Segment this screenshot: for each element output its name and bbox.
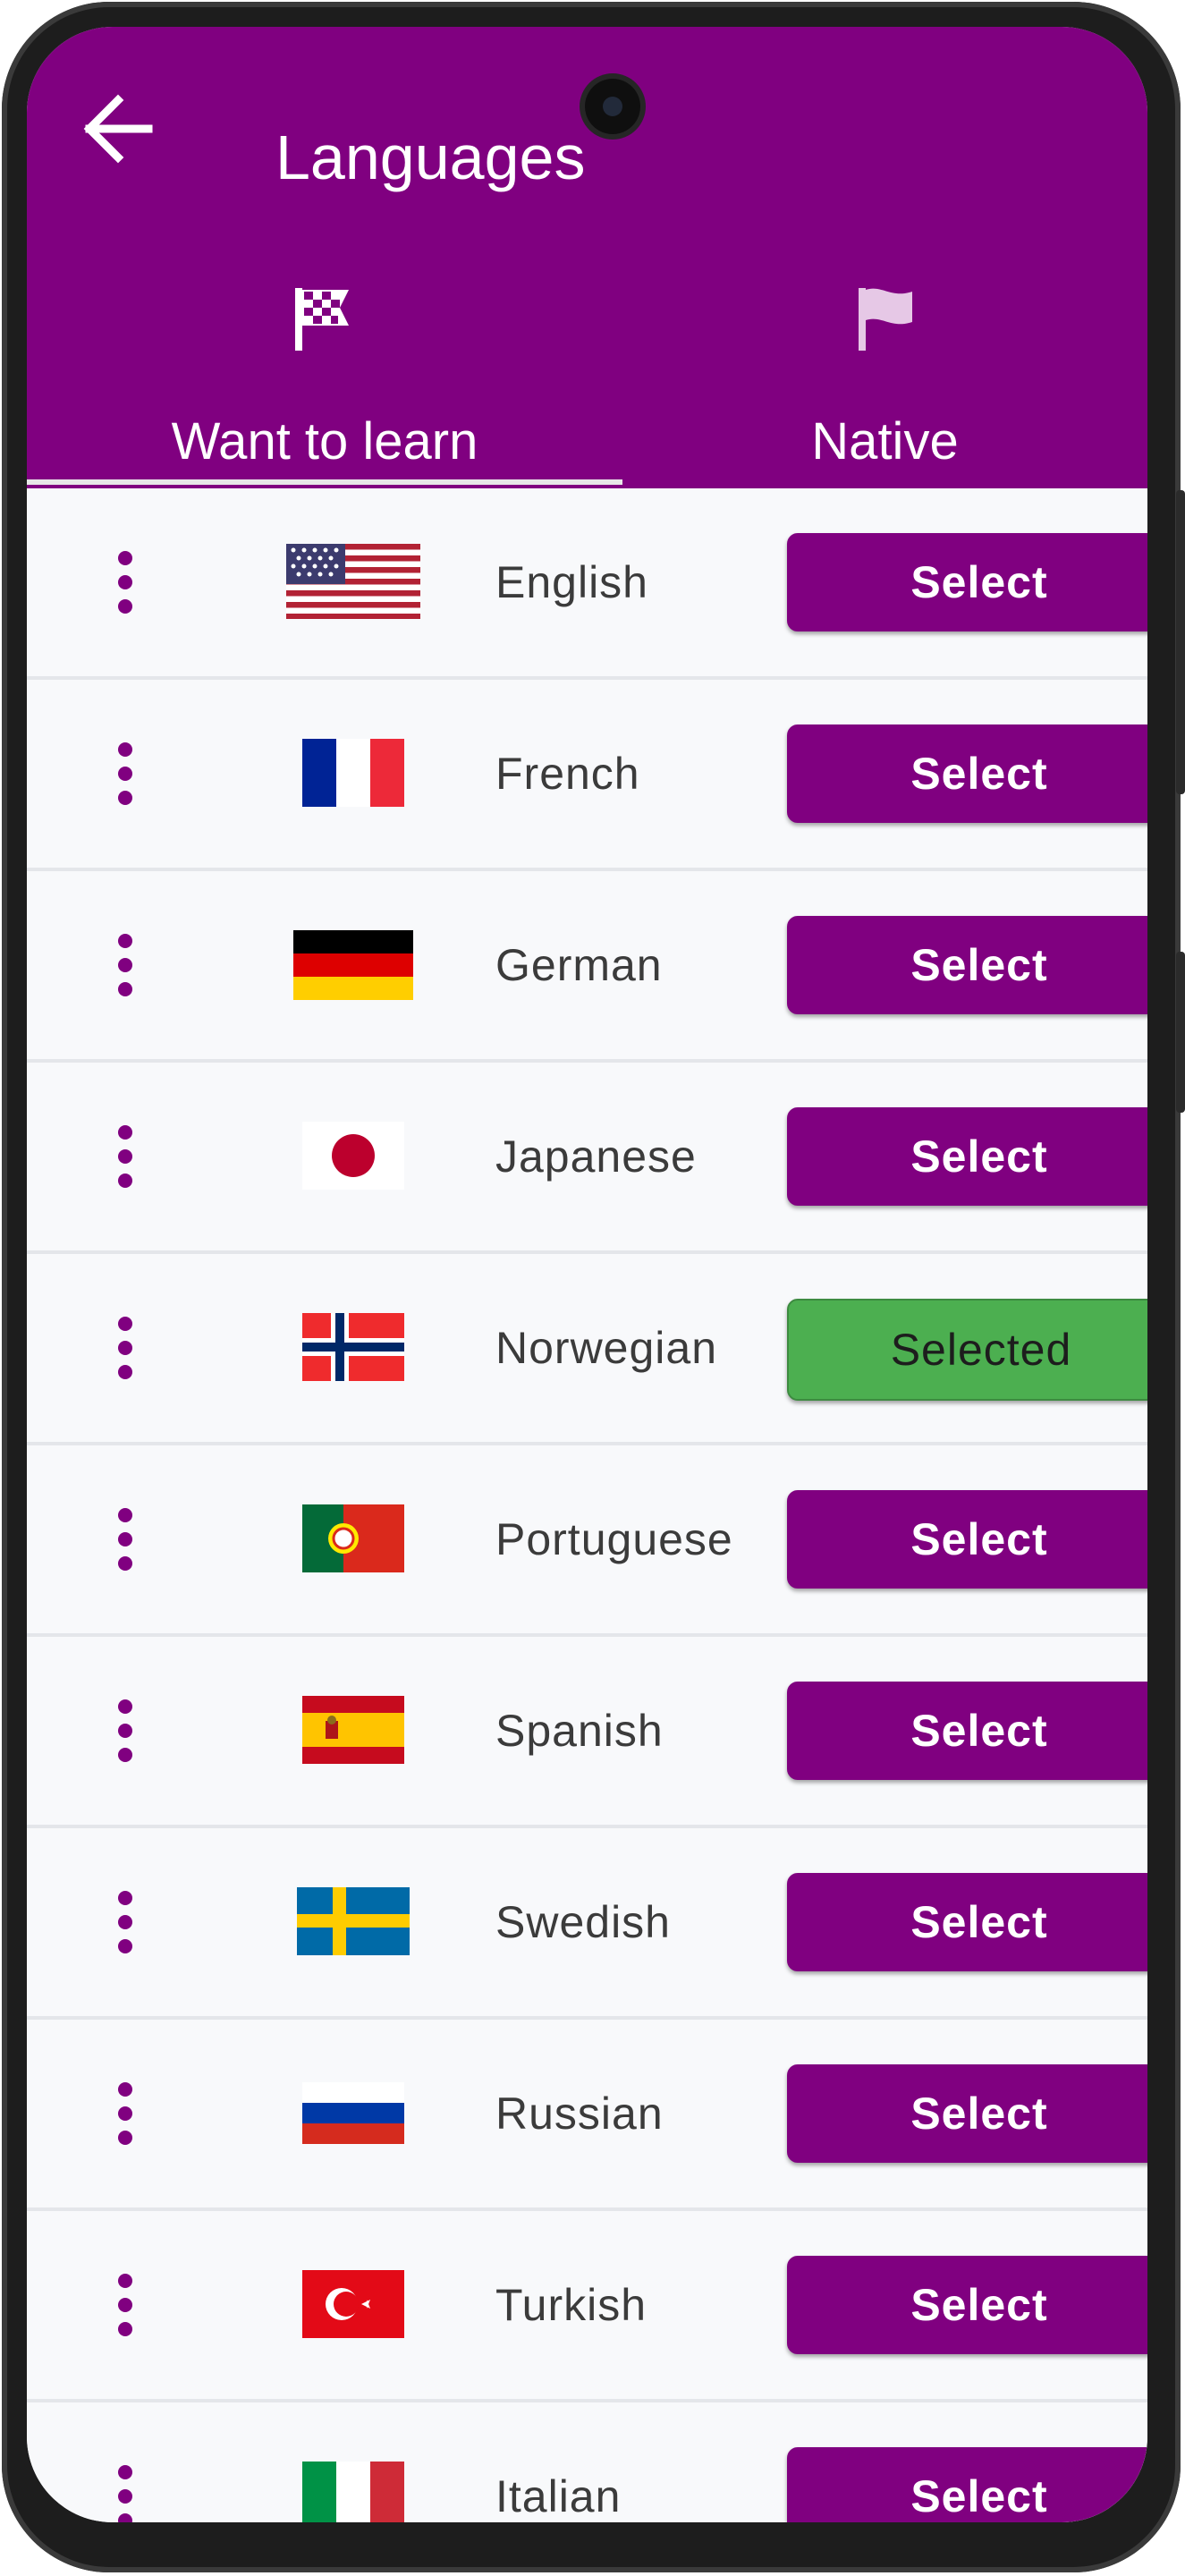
language-name: Turkish [495, 2280, 648, 2330]
list-item: Japanese Select [27, 1063, 1147, 1254]
back-arrow-icon[interactable] [79, 89, 157, 168]
language-name: Italian [495, 2471, 622, 2521]
page-title: Languages [275, 123, 586, 192]
more-options-icon[interactable] [106, 1308, 145, 1388]
france-flag-icon [302, 739, 404, 807]
select-button[interactable]: Select [787, 2447, 1147, 2522]
list-item: Spanish Select [27, 1637, 1147, 1828]
power-button [1176, 952, 1185, 1113]
language-name: French [495, 749, 640, 799]
sweden-flag-icon [297, 1887, 410, 1955]
more-options-icon[interactable] [106, 2265, 145, 2345]
list-item: English Select [27, 488, 1147, 680]
more-options-icon[interactable] [106, 1116, 145, 1197]
select-button[interactable]: Select [787, 724, 1147, 823]
select-button[interactable]: Select [787, 1682, 1147, 1780]
language-name: Norwegian [495, 1323, 718, 1373]
select-button[interactable]: Select [787, 2256, 1147, 2354]
more-options-icon[interactable] [106, 542, 145, 623]
list-item: Turkish Select [27, 2211, 1147, 2402]
selected-button[interactable]: Selected [787, 1299, 1147, 1401]
tab-native[interactable]: Native [622, 268, 1147, 488]
language-name: Portuguese [495, 1514, 733, 1564]
select-button[interactable]: Select [787, 1107, 1147, 1206]
select-button[interactable]: Select [787, 916, 1147, 1014]
language-name: English [495, 557, 648, 607]
more-options-icon[interactable] [106, 2456, 145, 2522]
list-item: Russian Select [27, 2020, 1147, 2211]
language-name: German [495, 940, 663, 990]
select-button[interactable]: Select [787, 1873, 1147, 1971]
more-options-icon[interactable] [106, 2073, 145, 2154]
language-name: Spanish [495, 1706, 664, 1756]
italy-flag-icon [302, 2462, 404, 2522]
portugal-flag-icon [302, 1504, 404, 1572]
us-flag-icon [286, 544, 420, 619]
flag-icon [859, 288, 912, 351]
phone-frame: Languages Want to learn Native English S… [0, 0, 1185, 2576]
list-item: German Select [27, 871, 1147, 1063]
select-button[interactable]: Select [787, 1490, 1147, 1589]
language-name: Russian [495, 2089, 664, 2139]
tab-want-to-learn[interactable]: Want to learn [27, 268, 622, 488]
more-options-icon[interactable] [106, 733, 145, 814]
select-button[interactable]: Select [787, 2064, 1147, 2163]
turkey-flag-icon [302, 2270, 404, 2338]
more-options-icon[interactable] [106, 1499, 145, 1580]
russia-flag-icon [302, 2082, 404, 2144]
select-button[interactable]: Select [787, 533, 1147, 631]
tab-indicator [27, 479, 622, 485]
language-name: Japanese [495, 1131, 697, 1182]
tab-label: Want to learn [171, 412, 478, 470]
list-item: Norwegian Selected [27, 1254, 1147, 1445]
list-item: Swedish Select [27, 1828, 1147, 2020]
norway-flag-icon [302, 1313, 404, 1381]
screen: Languages Want to learn Native English S… [27, 27, 1147, 2522]
spain-flag-icon [302, 1696, 404, 1764]
list-item: French Select [27, 680, 1147, 871]
more-options-icon[interactable] [106, 1690, 145, 1771]
volume-button [1176, 490, 1185, 794]
germany-flag-icon [293, 930, 413, 1000]
more-options-icon[interactable] [106, 925, 145, 1005]
japan-flag-icon [302, 1122, 404, 1190]
language-name: Swedish [495, 1897, 671, 1947]
language-list: English Select French Select German Sele… [27, 488, 1147, 2522]
list-item: Portuguese Select [27, 1445, 1147, 1637]
list-item: Italian Select [27, 2402, 1147, 2522]
front-camera [585, 79, 640, 134]
checkered-flag-icon [295, 288, 349, 351]
tab-label: Native [811, 412, 959, 470]
more-options-icon[interactable] [106, 1882, 145, 1962]
